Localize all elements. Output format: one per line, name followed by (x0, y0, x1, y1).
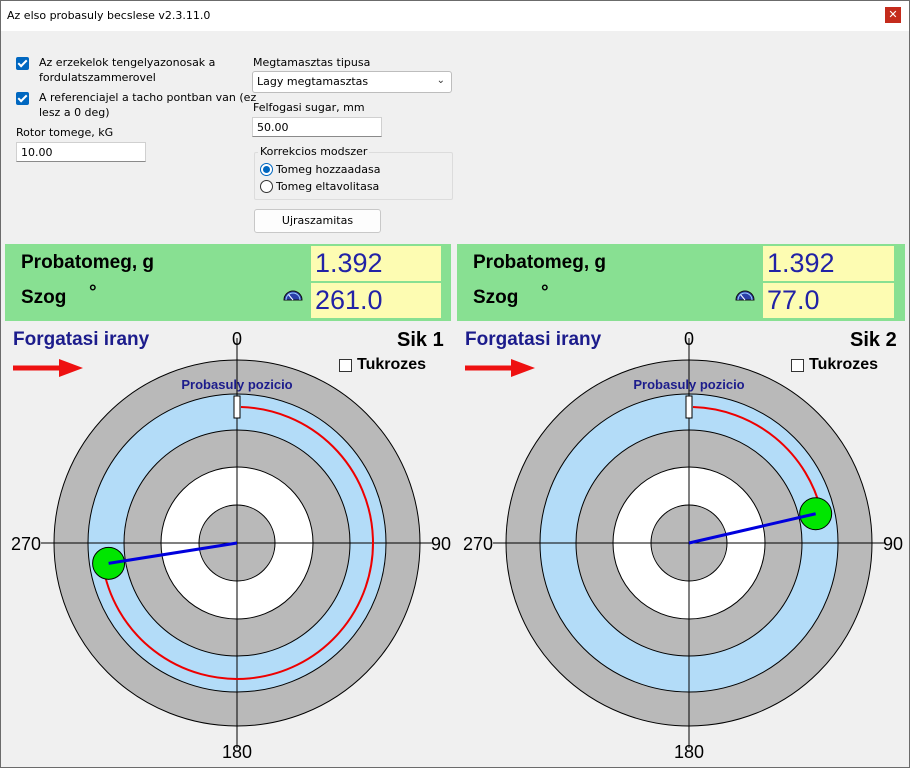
correction-method-legend: Korrekcios modszer (258, 145, 370, 158)
main-window: Az elso probasuly becslese v2.3.11.0 ✕ A… (0, 0, 910, 768)
rotor-mass-input[interactable]: 10.00 (16, 142, 146, 162)
plane2-angle-label: Szog (473, 287, 519, 308)
plane1-mass-value: 1.392 (311, 246, 441, 281)
plane2-position-label: Probasuly pozicio (633, 377, 744, 392)
protractor-icon[interactable] (283, 289, 303, 304)
support-type-label: Megtamasztas tipusa (253, 56, 371, 69)
plane2-reference-marker (685, 395, 693, 419)
radio-remove-mass[interactable] (260, 180, 273, 193)
rotor-mass-label: Rotor tomege, kG (16, 126, 114, 139)
support-type-value: Lagy megtamasztas (257, 75, 369, 88)
reference-zero-checkbox[interactable] (16, 92, 29, 105)
plane1-tick-label-180: 180 (222, 742, 252, 762)
mount-radius-input[interactable]: 50.00 (252, 117, 382, 137)
support-type-select[interactable]: Lagy megtamasztas ⌄ (252, 71, 452, 93)
axes-match-label-line2: fordulatszammerovel (39, 71, 156, 84)
window-title: Az elso probasuly becslese v2.3.11.0 (7, 9, 211, 22)
plane1-polar-dial[interactable]: 0 90 180 270 Probasuly pozicio (1, 321, 456, 766)
radio-remove-mass-label: Tomeg eltavolitasa (276, 180, 380, 193)
plane2-mass-value: 1.392 (763, 246, 894, 281)
chevron-down-icon: ⌄ (436, 75, 445, 86)
plane2-mass-label: Probatomeg, g (473, 252, 607, 273)
mount-radius-label: Felfogasi sugar, mm (253, 101, 365, 114)
plane2-polar-dial[interactable]: 0 90 180 270 Probasuly pozicio (453, 321, 908, 766)
plane2-tick-label-90: 90 (883, 534, 903, 554)
title-bar: Az elso probasuly becslese v2.3.11.0 ✕ (1, 1, 909, 31)
plane2-tick-label-0: 0 (684, 329, 694, 349)
recalculate-button[interactable]: Ujraszamitas (254, 209, 381, 233)
plane1-tick-label-90: 90 (431, 534, 451, 554)
plane1-angle-value: 261.0 (311, 283, 441, 318)
plane1-degree-symbol: ° (89, 282, 97, 303)
plane2-angle-value: 77.0 (763, 283, 894, 318)
axes-match-checkbox[interactable] (16, 57, 29, 70)
axes-match-label-line1: Az erzekelok tengelyazonosak a (39, 56, 216, 69)
radio-add-mass[interactable] (260, 163, 273, 176)
plane1-reference-marker (233, 395, 241, 419)
plane1-tick-label-270: 270 (11, 534, 41, 554)
plane1-angle-label: Szog (21, 287, 67, 308)
plane1-position-label: Probasuly pozicio (181, 377, 292, 392)
reference-zero-label-line2: lesz a 0 deg) (39, 106, 110, 119)
plane2-tick-label-180: 180 (674, 742, 704, 762)
plane2-degree-symbol: ° (541, 282, 549, 303)
plane2-tick-label-270: 270 (463, 534, 493, 554)
reference-zero-label-line1: A referenciajel a tacho pontban van (ez (39, 91, 257, 104)
close-button[interactable]: ✕ (885, 7, 901, 23)
plane1-tick-label-0: 0 (232, 329, 242, 349)
protractor-icon[interactable] (735, 289, 755, 304)
plane1-mass-label: Probatomeg, g (21, 252, 155, 273)
radio-add-mass-label: Tomeg hozzaadasa (276, 163, 381, 176)
